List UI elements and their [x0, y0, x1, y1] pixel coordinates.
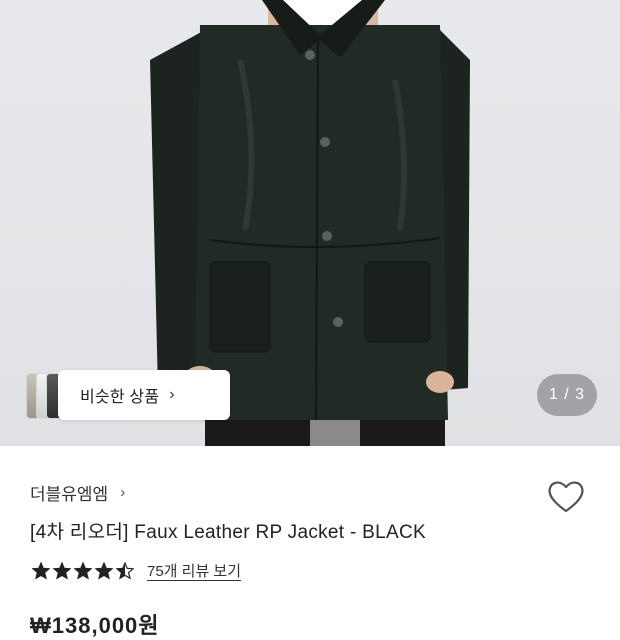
rating-row: 75개 리뷰 보기: [32, 560, 241, 581]
similar-products-button[interactable]: 비슷한 상품 ›: [58, 370, 230, 420]
brand-link[interactable]: 더블유엠엠 ›: [30, 480, 125, 505]
star-rating: [32, 561, 137, 580]
price: ₩138,000원: [30, 613, 160, 638]
similar-products[interactable]: 비슷한 상품 ›: [26, 370, 230, 420]
star-icon: [95, 561, 113, 580]
similar-products-label: 비슷한 상품: [80, 389, 160, 406]
review-link[interactable]: 75개 리뷰 보기: [147, 560, 241, 581]
star-icon: [32, 561, 50, 580]
star-icon: [74, 561, 92, 580]
chevron-right-icon: ›: [169, 386, 175, 403]
wishlist-button[interactable]: [546, 478, 586, 514]
product-image-carousel[interactable]: 비슷한 상품 › 1 / 3: [0, 0, 620, 446]
product-title: [4차 리오더] Faux Leather RP Jacket - BLACK: [30, 522, 426, 543]
star-icon: [53, 561, 71, 580]
image-counter: 1 / 3: [537, 374, 597, 416]
heart-outline-icon: [548, 481, 584, 513]
brand-name: 더블유엠엠: [30, 485, 109, 504]
star-icon: [116, 561, 134, 580]
chevron-right-icon: ›: [120, 484, 126, 501]
